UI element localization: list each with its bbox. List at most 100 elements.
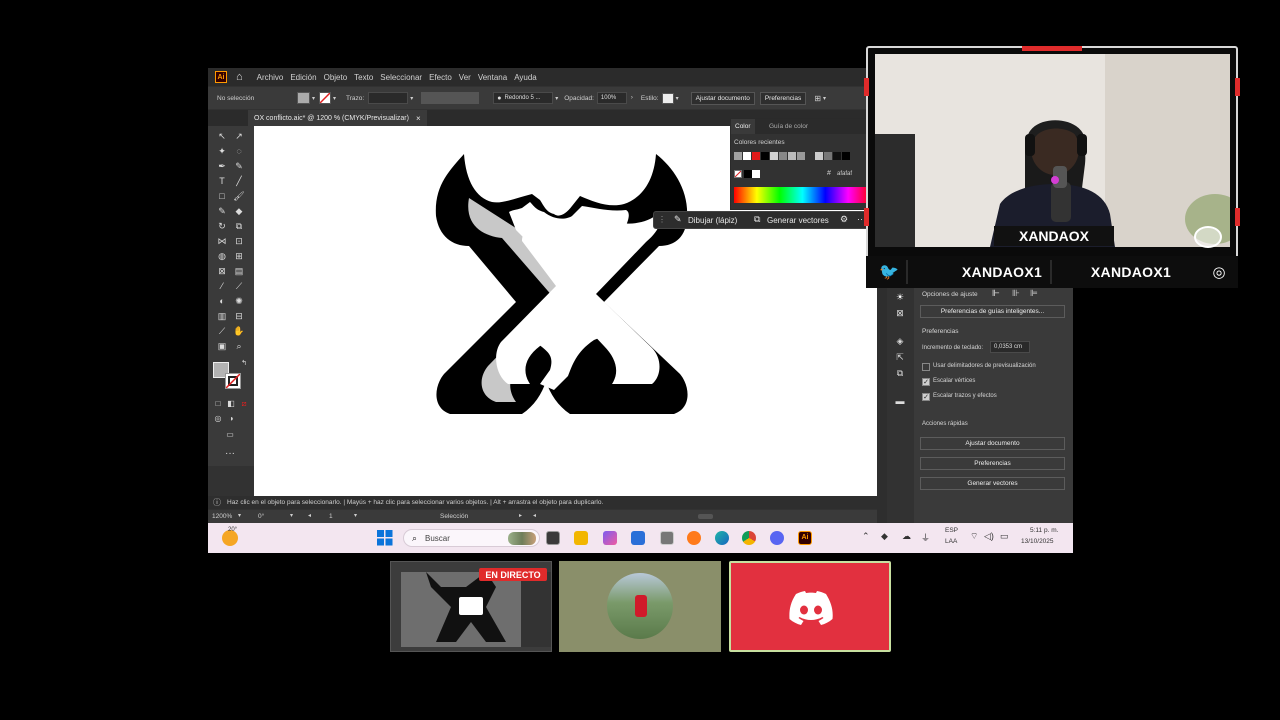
hand-tool-icon[interactable]: ✋	[233, 325, 245, 337]
eyedropper-tool-icon[interactable]: ⁄	[216, 280, 228, 292]
recent-color-swatch[interactable]	[824, 152, 832, 160]
color-spectrum[interactable]	[734, 187, 871, 203]
snap-grid-icon[interactable]: ⊪	[1012, 288, 1020, 299]
chevron-down-icon[interactable]: ▾	[290, 512, 293, 519]
rotation-value[interactable]: 0°	[258, 513, 264, 520]
chevron-down-icon[interactable]: ▾	[676, 95, 679, 102]
onedrive-icon[interactable]: ☁	[902, 531, 911, 542]
recent-color-swatch[interactable]	[815, 152, 823, 160]
clock-time[interactable]: 5:11 p. m.	[1030, 527, 1058, 534]
white-swatch[interactable]	[752, 170, 760, 178]
recent-color-swatch[interactable]	[797, 152, 805, 160]
quick-preferences-button[interactable]: Preferencias	[920, 457, 1065, 470]
avatar-thumbnail[interactable]	[559, 561, 721, 652]
fill-swatch[interactable]	[297, 92, 310, 104]
menu-ayuda[interactable]: Ayuda	[514, 73, 537, 82]
recent-color-swatch[interactable]	[806, 152, 814, 160]
stroke-weight-field[interactable]	[368, 92, 409, 104]
recent-color-swatch[interactable]	[743, 152, 751, 160]
paintbrush-tool-icon[interactable]: 🖌	[233, 190, 245, 202]
direct-selection-tool-icon[interactable]: ↗	[233, 130, 245, 142]
task-view-icon[interactable]	[546, 531, 560, 545]
recent-color-swatch[interactable]	[761, 152, 769, 160]
variable-width-profile[interactable]	[421, 92, 480, 104]
transform-icon[interactable]: ⊠	[894, 307, 906, 319]
store-icon[interactable]	[631, 531, 645, 545]
print-tiling-tool-icon[interactable]: ▣	[216, 340, 228, 352]
screen-mode-icon[interactable]: ▭	[224, 429, 236, 441]
artboard-number[interactable]: 1	[329, 513, 333, 520]
chevron-up-icon[interactable]: ⌃	[862, 531, 870, 542]
language-top[interactable]: ESP	[945, 527, 958, 534]
recent-color-swatch[interactable]	[833, 152, 841, 160]
free-transform-tool-icon[interactable]: ⊡	[233, 235, 245, 247]
tab-color-guide[interactable]: Guía de color	[767, 119, 810, 134]
zoom-tool-icon[interactable]: ⌕	[233, 340, 245, 352]
discord-thumbnail[interactable]	[729, 561, 891, 652]
quick-generate-vectors-button[interactable]: Generar vectores	[920, 477, 1065, 490]
menu-objeto[interactable]: Objeto	[324, 73, 348, 82]
discord-icon[interactable]	[770, 531, 784, 545]
type-tool-icon[interactable]: T	[216, 175, 228, 187]
snap-pixel-icon[interactable]: ⊫	[1030, 288, 1038, 299]
close-icon[interactable]: ×	[416, 114, 421, 123]
recent-color-swatch[interactable]	[779, 152, 787, 160]
brush-definition[interactable]: ● Redondo 5 ...	[493, 92, 554, 104]
taskbar-search[interactable]: ⌕ Buscar	[403, 529, 540, 547]
style-swatch[interactable]	[661, 92, 674, 104]
battery-icon[interactable]: ▭	[1000, 531, 1009, 542]
black-swatch[interactable]	[744, 170, 752, 178]
magic-wand-tool-icon[interactable]: ✦	[216, 145, 228, 157]
preview-bounds-checkbox[interactable]	[922, 363, 930, 371]
preferences-button[interactable]: Preferencias	[759, 91, 807, 105]
first-artboard-icon[interactable]: ◂	[308, 512, 311, 519]
gradient-tool-icon[interactable]: ▤	[233, 265, 245, 277]
stroke-color-swatch[interactable]	[225, 373, 241, 389]
screen-share-thumbnail[interactable]: EN DIRECTO	[390, 561, 552, 652]
drag-handle-icon[interactable]: ⋮	[658, 215, 666, 224]
chevron-down-icon[interactable]: ▾	[823, 95, 826, 102]
search-highlight-image[interactable]	[508, 532, 536, 545]
shaper-tool-icon[interactable]: ✎	[216, 205, 228, 217]
slice-tool-icon[interactable]: ⟋	[216, 325, 228, 337]
gradient-mode-icon[interactable]: ◧	[225, 398, 237, 410]
microphone-icon[interactable]: ⏚	[921, 531, 930, 544]
selection-tool-icon[interactable]: ↖	[216, 130, 228, 142]
scale-corners-checkbox[interactable]: ✓	[922, 378, 930, 386]
draw-normal-icon[interactable]: ◎	[212, 413, 224, 425]
stroke-swatch[interactable]	[319, 92, 332, 104]
hex-value[interactable]: afafaf	[837, 171, 852, 177]
opacity-field[interactable]: 100%	[596, 92, 627, 104]
sun-icon[interactable]: ☀	[894, 291, 906, 303]
arrange-icon[interactable]: ⊞	[814, 94, 821, 103]
notes-icon[interactable]	[660, 531, 674, 545]
horizontal-scrollbar[interactable]	[698, 514, 713, 519]
draw-pencil-button[interactable]: Dibujar (lápiz)	[688, 216, 737, 225]
artboards-icon[interactable]: ⧉	[894, 367, 906, 379]
menu-efecto[interactable]: Efecto	[429, 73, 452, 82]
more-tools-icon[interactable]: ···	[224, 448, 236, 460]
dropbox-icon[interactable]: ◆	[881, 531, 888, 542]
pen-tool-icon[interactable]: ✒	[216, 160, 228, 172]
windows-start-icon[interactable]	[377, 530, 393, 546]
wifi-icon[interactable]: ⌔	[970, 531, 978, 542]
menu-seleccionar[interactable]: Seleccionar	[380, 73, 422, 82]
eraser-tool-icon[interactable]: ◆	[233, 205, 245, 217]
curvature-tool-icon[interactable]: ✎	[233, 160, 245, 172]
quick-adjust-document-button[interactable]: Ajustar documento	[920, 437, 1065, 450]
comments-icon[interactable]: ▬	[894, 395, 906, 407]
snap-point-icon[interactable]: ⊩	[992, 288, 1000, 299]
chevron-down-icon[interactable]: ▾	[410, 95, 413, 102]
recent-color-swatch[interactable]	[734, 152, 742, 160]
edge-icon[interactable]	[715, 531, 729, 545]
generate-vectors-button[interactable]: Generar vectores	[767, 216, 829, 225]
scale-tool-icon[interactable]: ⧉	[233, 220, 245, 232]
recent-color-swatch[interactable]	[752, 152, 760, 160]
chevron-down-icon[interactable]: ▾	[333, 95, 336, 102]
home-icon[interactable]: ⌂	[236, 71, 243, 83]
rectangle-tool-icon[interactable]: □	[216, 190, 228, 202]
document-tab[interactable]: OX conflicto.aic* @ 1200 % (CMYK/Previsu…	[248, 110, 427, 126]
scale-strokes-checkbox[interactable]: ✓	[922, 393, 930, 401]
chevron-right-icon[interactable]: ›	[631, 95, 633, 101]
menu-edicion[interactable]: Edición	[290, 73, 316, 82]
